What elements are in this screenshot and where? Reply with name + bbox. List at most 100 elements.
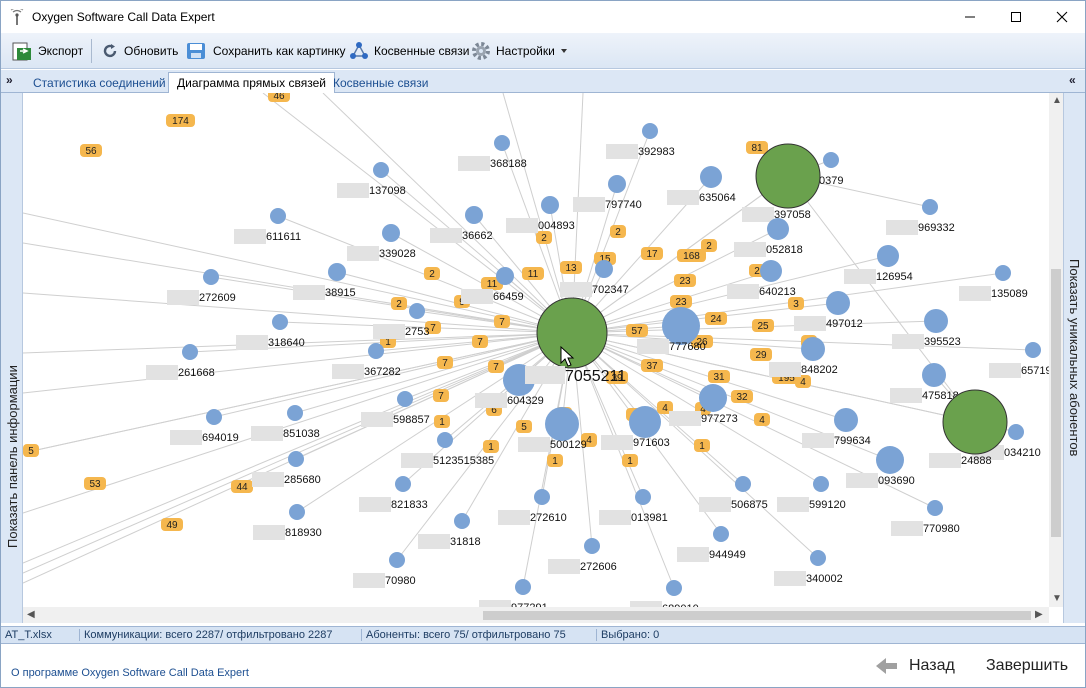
node-circle[interactable] — [755, 143, 821, 209]
node-circle[interactable] — [927, 500, 943, 516]
save-image-button[interactable]: Сохранить как картинку — [186, 39, 346, 63]
subscriber-node[interactable]: 367282 — [332, 343, 401, 379]
node-circle[interactable] — [666, 580, 682, 596]
node-circle[interactable] — [182, 344, 198, 360]
node-circle[interactable] — [595, 260, 613, 278]
node-circle[interactable] — [206, 409, 222, 425]
node-circle[interactable] — [635, 489, 651, 505]
subscriber-node[interactable]: 640213 — [727, 260, 796, 299]
node-circle[interactable] — [368, 343, 384, 359]
subscriber-node[interactable]: 272610 — [498, 489, 567, 525]
node-circle[interactable] — [203, 269, 219, 285]
subscriber-node[interactable]: 339028 — [347, 224, 416, 261]
node-circle[interactable] — [834, 408, 858, 432]
subscriber-node[interactable]: 944949 — [677, 526, 746, 562]
about-link[interactable]: О программе Oxygen Software Call Data Ex… — [11, 667, 249, 679]
subscriber-node[interactable]: 694019 — [170, 409, 239, 445]
subscriber-node[interactable]: 318640 — [236, 314, 305, 350]
close-button[interactable] — [1039, 1, 1085, 32]
node-circle[interactable] — [545, 407, 579, 441]
node-circle[interactable] — [813, 476, 829, 492]
node-circle[interactable] — [272, 314, 288, 330]
diagram-canvas[interactable]: 4617456812217168211131522911232233247577… — [23, 93, 1063, 623]
node-circle[interactable] — [1008, 424, 1024, 440]
node-circle[interactable] — [328, 263, 346, 281]
node-circle[interactable] — [823, 152, 839, 168]
node-circle[interactable] — [496, 267, 514, 285]
node-circle[interactable] — [924, 309, 948, 333]
node-circle[interactable] — [409, 303, 425, 319]
expand-right-icon[interactable]: « — [1069, 73, 1076, 87]
node-circle[interactable] — [629, 406, 661, 438]
settings-button[interactable]: Настройки — [471, 39, 568, 63]
subscriber-node[interactable]: 611611 — [234, 208, 301, 244]
subscriber-node[interactable]: 135089 — [959, 265, 1028, 301]
node-circle[interactable] — [922, 199, 938, 215]
subscriber-node[interactable]: 272609 — [167, 269, 236, 305]
subscriber-node[interactable]: 397058 — [742, 143, 821, 222]
node-circle[interactable] — [584, 538, 600, 554]
node-circle[interactable] — [767, 218, 789, 240]
subscriber-node[interactable]: 395523 — [892, 309, 961, 349]
node-circle[interactable] — [699, 384, 727, 412]
node-circle[interactable] — [713, 526, 729, 542]
node-circle[interactable] — [373, 162, 389, 178]
node-circle[interactable] — [288, 451, 304, 467]
tab-indirect-links[interactable]: Косвенные связи — [325, 73, 436, 93]
unique-subscribers-toggle[interactable]: Показать уникальных абонентов — [1063, 93, 1085, 623]
subscriber-node[interactable]: 497012 — [794, 291, 863, 331]
node-circle[interactable] — [877, 245, 899, 267]
node-circle[interactable] — [876, 446, 904, 474]
minimize-button[interactable] — [947, 1, 993, 32]
subscriber-node[interactable]: 977291 — [479, 579, 548, 607]
subscriber-node[interactable]: 818930 — [253, 504, 322, 540]
node-circle[interactable] — [608, 175, 626, 193]
subscriber-node[interactable]: 013981 — [599, 489, 668, 525]
node-circle[interactable] — [287, 405, 303, 421]
subscriber-node[interactable]: 635064 — [667, 166, 736, 205]
node-circle[interactable] — [922, 363, 946, 387]
node-circle[interactable] — [995, 265, 1011, 281]
tab-direct-diagram[interactable]: Диаграмма прямых связей — [168, 72, 335, 94]
subscriber-node[interactable]: 821833 — [359, 476, 428, 512]
subscriber-node[interactable]: 799634 — [802, 408, 871, 448]
finish-button[interactable]: Завершить — [986, 657, 1068, 675]
node-circle[interactable] — [494, 135, 510, 151]
node-circle[interactable] — [642, 123, 658, 139]
node-circle[interactable] — [289, 504, 305, 520]
subscriber-node[interactable]: 38915 — [293, 263, 356, 300]
node-circle[interactable] — [735, 476, 751, 492]
subscriber-node[interactable]: 340002 — [774, 550, 843, 586]
maximize-button[interactable] — [993, 1, 1039, 32]
node-circle[interactable] — [395, 476, 411, 492]
export-button[interactable]: Экспорт — [11, 39, 83, 63]
node-circle[interactable] — [437, 432, 453, 448]
expand-left-icon[interactable]: » — [6, 73, 13, 87]
subscriber-node[interactable]: 004893 — [506, 196, 575, 233]
info-panel-toggle[interactable]: Показать панель информации — [1, 93, 23, 623]
subscriber-node[interactable]: 261668 — [146, 344, 215, 380]
link-graph[interactable]: 4617456812217168211131522911232233247577… — [23, 93, 1049, 607]
subscriber-node[interactable]: 052818 — [734, 218, 803, 257]
horizontal-scrollbar[interactable]: ◀ ▶ — [23, 607, 1049, 623]
scroll-down-icon[interactable]: ▼ — [1052, 593, 1062, 604]
subscriber-node[interactable]: 851038 — [251, 405, 320, 441]
subscriber-node[interactable]: 475818 — [890, 363, 959, 403]
subscriber-node[interactable]: 36662 — [430, 206, 493, 243]
node-circle[interactable] — [465, 206, 483, 224]
node-circle[interactable] — [801, 337, 825, 361]
node-circle[interactable] — [270, 208, 286, 224]
scroll-right-icon[interactable]: ▶ — [1035, 609, 1043, 620]
subscriber-node[interactable]: 093690 — [846, 446, 915, 488]
node-circle[interactable] — [700, 166, 722, 188]
subscriber-node[interactable]: 5123515385 — [401, 432, 494, 468]
refresh-button[interactable]: Обновить — [101, 39, 178, 63]
node-circle[interactable] — [382, 224, 400, 242]
subscriber-node[interactable]: 797740 — [573, 175, 642, 212]
vertical-scroll-thumb[interactable] — [1051, 269, 1061, 537]
subscriber-node[interactable]: 599120 — [777, 476, 846, 512]
node-circle[interactable] — [760, 260, 782, 282]
scroll-left-icon[interactable]: ◀ — [27, 609, 35, 620]
node-circle[interactable] — [389, 552, 405, 568]
subscriber-node[interactable]: 770980 — [891, 500, 960, 536]
